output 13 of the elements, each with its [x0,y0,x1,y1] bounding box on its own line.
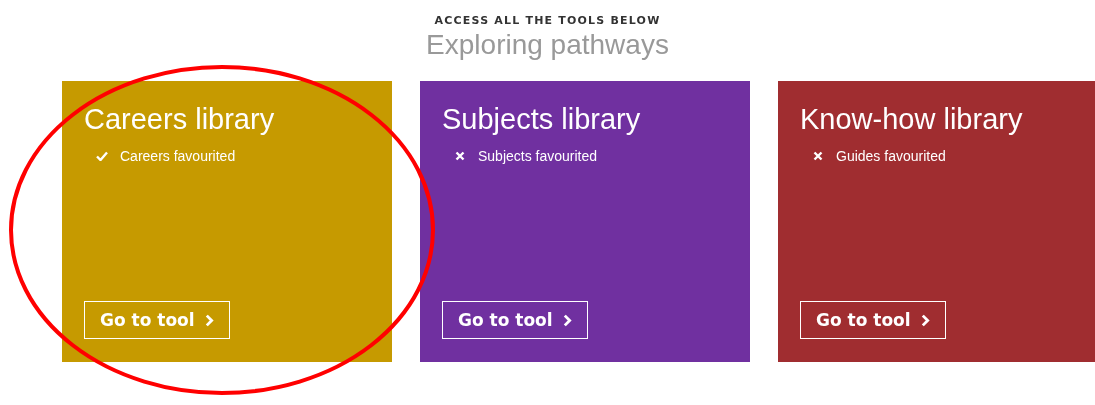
status-label: Subjects favourited [478,148,598,164]
card-title: Careers library [84,103,276,136]
chevron-icon [920,313,930,327]
card-title: Subjects library [442,103,642,136]
go-to-tool-button[interactable]: Go to tool [442,301,588,339]
chevron-icon [204,313,214,327]
section-eyebrow: ACCESS ALL THE TOOLS BELOW [434,14,661,27]
go-to-tool-button[interactable]: Go to tool [800,301,946,339]
status-label: Guides favourited [836,148,946,164]
status-label: Careers favourited [120,148,236,164]
card-title: Know-how library [800,103,1024,136]
section-title: Exploring pathways [426,29,669,61]
chevron-icon [562,313,572,327]
